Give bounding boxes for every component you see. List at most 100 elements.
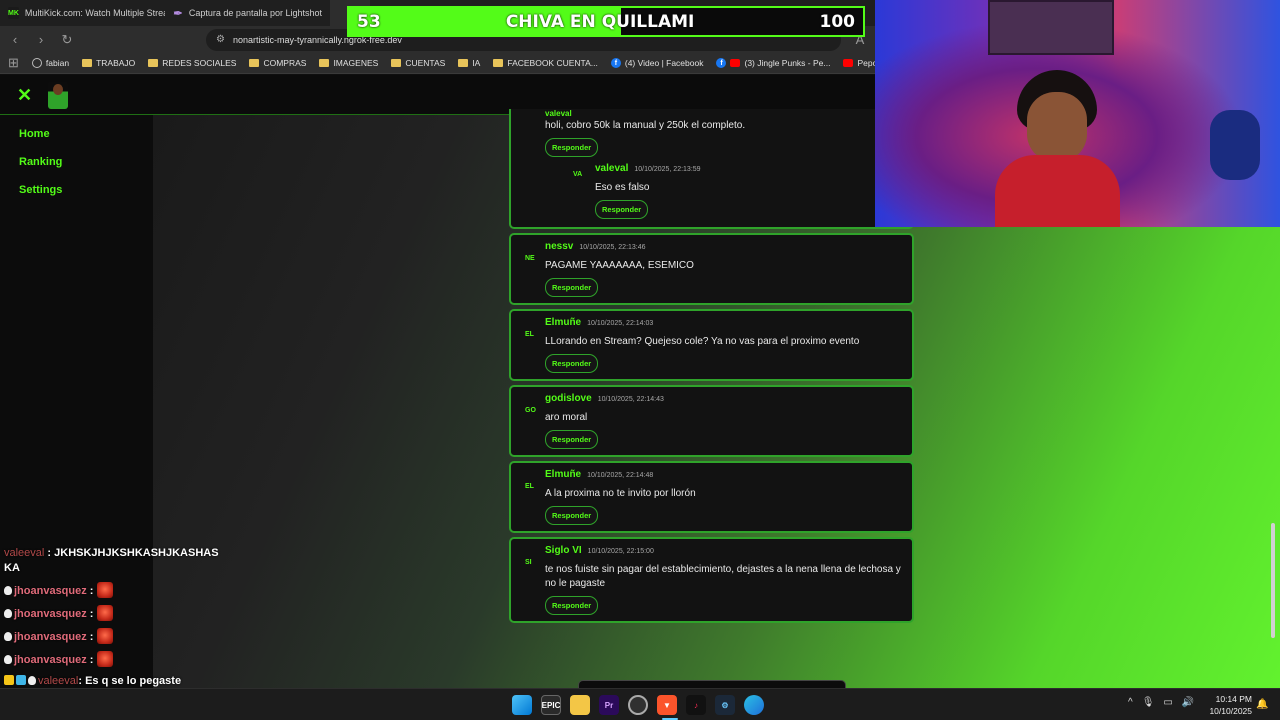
microphone-icon[interactable]: 🎙 (1142, 697, 1155, 708)
bookmark-folder[interactable]: IA (458, 58, 480, 68)
clock-date: 10/10/2025 (1209, 706, 1252, 716)
taskbar: EPIC Pr ▼ ♪ ⚙ ^ 🎙 ▭ 🔊 10:14 PM 10/10/202… (0, 688, 1280, 720)
premiere-pro-icon[interactable]: Pr (599, 695, 619, 715)
emote-icon (97, 628, 114, 644)
reply-button[interactable]: Responder (545, 430, 599, 449)
epic-games-icon[interactable]: EPIC (541, 695, 561, 715)
chat-username: jhoanvasquez (14, 585, 87, 597)
tiktok-icon[interactable]: ♪ (686, 695, 706, 715)
comment-card: NE nessv 10/10/2025, 22:13:46 PAGAME YAAA… (509, 233, 914, 305)
clock[interactable]: 10:14 PM 10/10/2025 (1206, 693, 1252, 717)
folder-icon (82, 59, 93, 67)
back-icon[interactable]: ‹ (8, 32, 22, 47)
emote-icon (97, 651, 114, 667)
bookmark-label: fabian (45, 58, 70, 68)
user-initials: EL (525, 483, 534, 490)
chat-username: valeeval (38, 675, 79, 687)
youtube-icon (730, 59, 741, 67)
close-icon[interactable]: ✕ (17, 85, 32, 106)
comment-username[interactable]: Siglo VI (545, 545, 582, 556)
edge-browser-icon[interactable] (744, 695, 764, 715)
file-explorer-icon[interactable] (570, 695, 590, 715)
comment-body: Eso es falso (595, 182, 650, 193)
shield-badge-icon (4, 655, 12, 664)
chevron-up-icon[interactable]: ^ (1128, 697, 1133, 708)
goal-current: 53 (357, 11, 381, 32)
bookmark-label: CUENTAS (405, 58, 446, 68)
obs-icon[interactable] (628, 695, 648, 715)
nav-home[interactable]: Home (19, 128, 62, 140)
nav-settings[interactable]: Settings (19, 184, 62, 196)
comment-username[interactable]: godislove (545, 393, 592, 404)
facebook-icon: f (716, 58, 727, 68)
reply-button[interactable]: Responder (545, 596, 599, 615)
network-icon[interactable]: ▭ (1163, 697, 1172, 708)
comment-username[interactable]: nessv (545, 241, 573, 252)
bookmark-folder[interactable]: CUENTAS (391, 58, 445, 68)
feather-icon: ✒ (173, 7, 183, 20)
windows-start-icon[interactable] (512, 695, 532, 715)
reply-button[interactable]: Responder (545, 506, 599, 525)
bookmark-folder[interactable]: TRABAJO (82, 58, 135, 68)
microphone (1210, 110, 1260, 180)
goal-target: 100 (819, 11, 856, 32)
goal-progress-bar: 53 CHIVA EN QUILLAMI 100 (347, 6, 865, 37)
comment-username[interactable]: Elmuñe (545, 317, 581, 328)
chat-message: jhoanvasquez : (4, 605, 219, 622)
goal-title: CHIVA EN QUILLAMI (505, 11, 695, 32)
comment-timestamp: 10/10/2025, 22:13:59 (634, 166, 701, 173)
comment-timestamp: 10/10/2025, 22:13:46 (579, 244, 646, 251)
multikick-icon: MK (8, 7, 19, 19)
shield-badge-icon (4, 586, 12, 595)
bookmark-folder[interactable]: COMPRAS (249, 58, 306, 68)
facebook-icon: f (610, 58, 621, 68)
nav-ranking[interactable]: Ranking (19, 156, 62, 168)
sidebar-nav: Home Ranking Settings (19, 128, 62, 212)
steam-icon[interactable]: ⚙ (715, 695, 735, 715)
reply-button[interactable]: Responder (545, 138, 599, 157)
tab-lightshot[interactable]: ✒ Captura de pantalla por Lightshot (165, 0, 330, 26)
reply-button[interactable]: Responder (545, 278, 599, 297)
bookmark[interactable]: f (4) Video | Facebook (610, 58, 703, 68)
bookmark[interactable]: f (3) Jingle Punks - Pe... (716, 58, 830, 68)
bookmark-folder[interactable]: FACEBOOK CUENTA... (493, 58, 598, 68)
user-initials: SI (525, 559, 532, 566)
tab-title: Captura de pantalla por Lightshot (188, 8, 322, 18)
chat-message: jhoanvasquez : (4, 582, 219, 599)
scrollbar[interactable] (1271, 523, 1275, 638)
system-tray: ^ 🎙 ▭ 🔊 (1128, 697, 1194, 708)
chat-message: jhoanvasquez : (4, 651, 219, 668)
gift-badge-icon (16, 675, 26, 685)
bookmark[interactable]: fabian (31, 58, 70, 68)
comment-body: aro moral (545, 412, 588, 423)
comment-timestamp: 10/10/2025, 22:15:00 (587, 548, 654, 555)
bookmark-label: IMAGENES (333, 58, 379, 68)
comment-card: valeval holi, cobro 50k la manual y 250k… (509, 109, 914, 229)
reload-icon[interactable]: ↻ (60, 32, 74, 48)
bookmark-label: (3) Jingle Punks - Pe... (744, 58, 831, 68)
bookmark-folder[interactable]: REDES SOCIALES (148, 58, 236, 68)
comment-card: EL Elmuñe 10/10/2025, 22:14:03 LLorando e… (509, 309, 914, 381)
bell-icon[interactable]: 🔔 (1256, 699, 1268, 710)
comment-username[interactable]: Elmuñe (545, 469, 581, 480)
avatar[interactable] (48, 82, 68, 109)
emote-icon (97, 582, 114, 598)
comment-username[interactable]: valeval (595, 163, 628, 174)
comment-username[interactable]: valeval (545, 110, 572, 118)
youtube-icon (843, 59, 854, 67)
folder-icon (319, 59, 330, 67)
chat-username: jhoanvasquez (14, 608, 87, 620)
comment-card: SI Siglo VI 10/10/2025, 22:15:00 te nos f… (509, 537, 914, 623)
bookmark-folder[interactable]: IMAGENES (319, 58, 378, 68)
brave-browser-icon[interactable]: ▼ (657, 695, 677, 715)
tab-multikick[interactable]: MK MultiKick.com: Watch Multiple Strea (0, 0, 165, 26)
apps-grid-icon[interactable]: ⊞ (8, 55, 19, 71)
reply-button[interactable]: Responder (545, 354, 599, 373)
forward-icon[interactable]: › (34, 32, 48, 47)
reply-button[interactable]: Responder (595, 200, 649, 219)
clock-time: 10:14 PM (1215, 694, 1252, 704)
globe-icon (31, 58, 42, 68)
site-info-icon[interactable]: ⚙ (216, 34, 225, 45)
speaker-icon[interactable]: 🔊 (1182, 697, 1194, 708)
tab-title: MultiKick.com: Watch Multiple Strea (24, 8, 165, 18)
